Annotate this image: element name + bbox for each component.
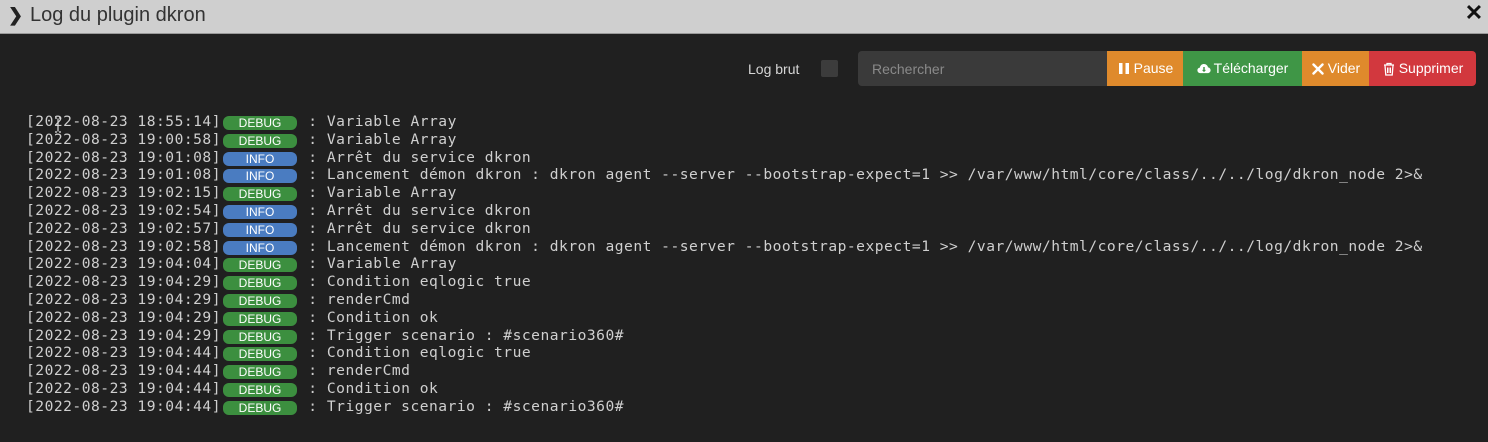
log-level-badge: INFO: [223, 240, 298, 255]
log-line: [2022-08-23 19:01:08] INFO : Lancement dé…: [26, 166, 1482, 184]
raw-log-label: Log brut: [748, 61, 800, 77]
log-line: [2022-08-23 19:02:57] INFO : Arrêt du ser…: [26, 220, 1482, 238]
log-message: : Lancement démon dkron : dkron agent --…: [299, 166, 1423, 184]
log-message: : Condition eqlogic true: [299, 273, 532, 291]
log-timestamp: [2022-08-23 19:00:58]: [26, 130, 222, 148]
log-message: : renderCmd: [299, 362, 411, 380]
log-message: : Arrêt du service dkron: [299, 201, 532, 219]
log-line: [2022-08-23 19:04:29] DEBUG : Condition o…: [26, 309, 1482, 327]
log-line: [2022-08-23 19:04:44] DEBUG : Condition e…: [26, 344, 1482, 362]
log-message: : Arrêt du service dkron: [299, 148, 532, 166]
log-line: [2022-08-23 19:04:29] DEBUG : renderCmd: [26, 291, 1482, 309]
log-level-badge: DEBUG: [223, 116, 298, 130]
log-message: : Variable Array: [299, 184, 457, 202]
log-message: : Condition ok: [299, 308, 439, 326]
log-level-badge: DEBUG: [223, 347, 298, 362]
download-button[interactable]: Télécharger: [1183, 51, 1302, 86]
download-label: Télécharger: [1213, 60, 1289, 76]
log-message: : Condition ok: [299, 379, 439, 397]
log-level-badge: DEBUG: [223, 133, 298, 148]
search-input[interactable]: [858, 51, 1107, 86]
x-icon: [1311, 62, 1325, 76]
log-level-badge: DEBUG: [223, 293, 298, 308]
log-level-badge: DEBUG: [223, 258, 298, 273]
empty-button[interactable]: Vider: [1302, 51, 1369, 86]
log-message: : Trigger scenario : #scenario360#: [299, 326, 625, 344]
log-timestamp: [2022-08-23 19:01:08]: [26, 148, 222, 166]
log-timestamp: [2022-08-23 19:04:29]: [26, 273, 222, 291]
log-message: : Arrêt du service dkron: [299, 219, 532, 237]
log-line: [2022-08-23 19:04:04] DEBUG : Variable Ar…: [26, 255, 1482, 273]
log-line: [2022-08-23 19:04:29] DEBUG : Condition e…: [26, 273, 1482, 291]
log-line: [2022-08-23 19:01:08] INFO : Arrêt du ser…: [26, 149, 1482, 167]
delete-button[interactable]: Supprimer: [1369, 51, 1476, 86]
log-timestamp: [2022-08-23 19:04:29]: [26, 326, 222, 344]
log-message: : Variable Array: [299, 130, 457, 148]
cloud-download-icon: [1197, 62, 1211, 76]
log-output: [2022-08-23 18:55:14] DEBUG : Variable Ar…: [26, 113, 1482, 423]
close-icon[interactable]: ✕: [1464, 2, 1484, 24]
modal-title: Log du plugin dkron: [30, 4, 206, 26]
log-level-badge: DEBUG: [223, 365, 298, 380]
log-line: [2022-08-23 19:04:44] DEBUG : Condition o…: [26, 380, 1482, 398]
log-timestamp: [2022-08-23 19:04:29]: [26, 290, 222, 308]
log-timestamp: [2022-08-23 19:04:44]: [26, 344, 222, 362]
log-line: [2022-08-23 19:02:54] INFO : Arrêt du ser…: [26, 202, 1482, 220]
log-level-badge: DEBUG: [223, 382, 298, 397]
log-level-badge: INFO: [223, 222, 298, 237]
log-level-badge: DEBUG: [223, 311, 298, 326]
pause-button[interactable]: Pause: [1107, 51, 1183, 86]
log-line: [2022-08-23 19:04:44] DEBUG : renderCmd: [26, 362, 1482, 380]
pause-label: Pause: [1133, 60, 1174, 76]
trash-icon: [1382, 62, 1396, 76]
log-toolbar: Log brut Pause Télécharger Vider Supprim…: [0, 35, 1488, 100]
log-line: [2022-08-23 19:02:58] INFO : Lancement dé…: [26, 238, 1482, 256]
text-cursor-icon: [55, 117, 61, 133]
log-line: [2022-08-23 19:04:44] DEBUG : Trigger sce…: [26, 398, 1482, 416]
log-line: [2022-08-23 19:00:58] DEBUG : Variable Ar…: [26, 131, 1482, 149]
log-timestamp: [2022-08-23 19:04:44]: [26, 379, 222, 397]
pause-icon: [1117, 62, 1131, 76]
log-message: : renderCmd: [299, 290, 411, 308]
log-timestamp: [2022-08-23 19:02:58]: [26, 237, 222, 255]
log-message: : Variable Array: [299, 113, 457, 130]
log-level-badge: INFO: [223, 204, 298, 219]
log-timestamp: [2022-08-23 19:02:54]: [26, 201, 222, 219]
log-timestamp: [2022-08-23 19:04:44]: [26, 362, 222, 380]
log-message: : Variable Array: [299, 255, 457, 273]
log-line: [2022-08-23 19:04:29] DEBUG : Trigger sce…: [26, 327, 1482, 345]
empty-label: Vider: [1327, 60, 1361, 76]
log-level-badge: INFO: [223, 151, 298, 166]
raw-log-checkbox[interactable]: [821, 60, 838, 77]
delete-label: Supprimer: [1398, 60, 1464, 76]
log-timestamp: [2022-08-23 19:02:57]: [26, 219, 222, 237]
log-line: [2022-08-23 18:55:14] DEBUG : Variable Ar…: [26, 113, 1482, 131]
log-level-badge: DEBUG: [223, 187, 298, 202]
log-timestamp: [2022-08-23 19:04:29]: [26, 308, 222, 326]
log-timestamp: [2022-08-23 19:02:15]: [26, 184, 222, 202]
log-message: : Condition eqlogic true: [299, 344, 532, 362]
log-level-badge: DEBUG: [223, 329, 298, 344]
log-timestamp: [2022-08-23 19:01:08]: [26, 166, 222, 184]
log-level-badge: INFO: [223, 169, 298, 184]
log-level-badge: DEBUG: [223, 276, 298, 291]
log-timestamp: [2022-08-23 19:04:04]: [26, 255, 222, 273]
chevron-right-icon[interactable]: ❯: [8, 5, 23, 25]
log-line: [2022-08-23 19:02:15] DEBUG : Variable Ar…: [26, 184, 1482, 202]
log-level-badge: DEBUG: [223, 400, 298, 415]
modal-titlebar: ❯ Log du plugin dkron ✕: [0, 0, 1488, 34]
log-timestamp: [2022-08-23 19:04:44]: [26, 397, 222, 415]
log-message: : Lancement démon dkron : dkron agent --…: [299, 237, 1423, 255]
log-message: : Trigger scenario : #scenario360#: [299, 397, 625, 415]
